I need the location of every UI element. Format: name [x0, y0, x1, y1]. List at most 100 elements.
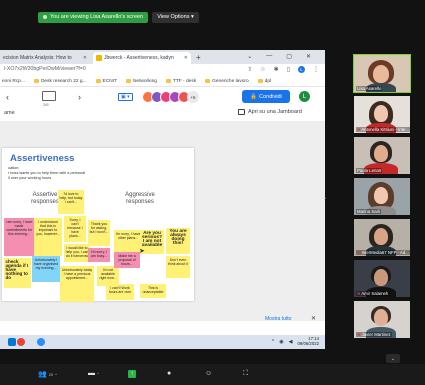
maximize-icon[interactable]: ▢	[286, 53, 292, 60]
share-button-label: Condividi	[259, 93, 282, 100]
next-frame-icon[interactable]: ›	[78, 92, 81, 102]
chevron-right-icon[interactable]: ›	[324, 196, 326, 202]
reading-list-icon[interactable]: ▯	[287, 66, 290, 73]
open-in-jamboard-link[interactable]: Apri su una Jamboard	[238, 109, 302, 115]
browser-tab-decision-matrix[interactable]: ecision Matrix Analysis: How to ✕	[0, 52, 90, 64]
record-icon: ●	[167, 370, 172, 377]
open-in-jamboard-label: Apri su una Jamboard	[248, 109, 302, 115]
url-text[interactable]: l-XO7x2W30bgPerDwM/viewer?f=0	[4, 66, 86, 72]
reactions-button[interactable]: ☺	[205, 370, 212, 377]
close-icon[interactable]: ✕	[184, 55, 188, 61]
participant-tile[interactable]: Paula Lenart	[354, 137, 410, 174]
sticky-note[interactable]: I am sorry, I have made commitments for …	[4, 218, 34, 256]
jamboard-canvas[interactable]: Assertiveness uation: r boss wants you t…	[0, 121, 325, 321]
sticky-note[interactable]: I would like to help you, I can do it to…	[64, 244, 90, 262]
board-subtitle: uation: r boss wants you to help them wi…	[8, 166, 86, 180]
mic-muted-icon: ✖	[357, 127, 361, 132]
participant-tile[interactable]: ✖ InterMedia67 NFP - Ad...	[354, 219, 410, 256]
zoom-icon[interactable]	[37, 338, 45, 346]
bookmark-item[interactable]: Desk research 22 g...	[33, 79, 87, 84]
windows-start-icon[interactable]	[8, 338, 16, 346]
sticky-note[interactable]: I understand that this is important to y…	[34, 218, 62, 256]
participant-tile[interactable]: ✖ Antonella Kittiiuni - Inte...	[354, 96, 410, 133]
participants-count: 20	[48, 371, 54, 377]
bookmark-item[interactable]: dpl	[257, 79, 271, 84]
board-title: Assertiveness	[10, 153, 75, 164]
new-tab-button[interactable]: +	[196, 53, 201, 62]
show-all-button[interactable]: Mostra tutto	[265, 316, 291, 322]
bookmark-item[interactable]: Generiche lavoro	[205, 79, 249, 84]
participant-name: Marina Sarli	[356, 209, 381, 214]
sticky-note[interactable]: This is unacceptable	[140, 284, 166, 298]
share-banner-text: You are viewing Lisa Asarello's screen	[50, 14, 144, 20]
folder-icon	[205, 79, 211, 83]
sticky-note[interactable]: I'm sorry, I have other plans...	[114, 230, 142, 252]
participant-tile[interactable]: ✖ Javier Martinez	[354, 301, 410, 338]
profile-avatar[interactable]: L	[298, 66, 305, 73]
bookmark-item[interactable]: TTF - desk	[165, 79, 196, 84]
minimize-icon[interactable]: —	[266, 53, 272, 60]
chevron-down-icon[interactable]: ⌄	[247, 53, 252, 60]
sticky-note[interactable]: Unfortunately today I have a previous ap…	[60, 266, 94, 302]
sticky-note[interactable]: I can't! Work hours are over	[106, 284, 134, 300]
sticky-note[interactable]: I'd love to help, but today I can't...	[58, 190, 84, 214]
participant-tile[interactable]: Marina Sarli	[354, 178, 410, 215]
extension-icon[interactable]: ✱	[274, 66, 279, 73]
close-icon[interactable]: ✕	[83, 55, 87, 61]
address-bar[interactable]: l-XO7x2W30bgPerDwM/viewer?f=0 ⇧ ☆ ✱ ▯ L …	[0, 64, 325, 76]
jamboard-frame[interactable]: Assertiveness uation: r boss wants you t…	[2, 148, 194, 302]
sticky-note[interactable]: I'm not available right now...	[97, 266, 119, 286]
participant-tile[interactable]: ✖ Amir Salameh	[354, 260, 410, 297]
volume-icon[interactable]: ◀	[289, 339, 293, 345]
chevron-up-icon[interactable]: ^	[272, 339, 274, 345]
sticky-note[interactable]: Sorry, I can't because I have plans...	[64, 216, 86, 242]
chrome-icon[interactable]	[17, 338, 25, 346]
frame-bar-button[interactable]	[42, 91, 56, 101]
share-page-icon[interactable]: ⇧	[247, 66, 252, 73]
previous-frame-icon[interactable]: ‹	[6, 92, 9, 102]
tab-label: Jbwerck - Assertiveness, kadyn	[104, 55, 174, 61]
apps-button[interactable]: ⛶	[243, 370, 248, 378]
sticky-note[interactable]: Thank you for asking, but I won't...	[88, 220, 110, 246]
chat-button[interactable]: ▬ ^	[88, 370, 99, 377]
sticky-note[interactable]: I'm sorry, I am busy...	[88, 248, 110, 262]
star-icon[interactable]: ☆	[260, 66, 265, 73]
folder-icon	[95, 79, 101, 83]
browser-tab-jamboard[interactable]: Jbwerck - Assertiveness, kadyn ✕	[93, 52, 191, 64]
sticky-note[interactable]: check agenda if I have nothing to do	[4, 258, 31, 288]
bookmark-item[interactable]: Networking	[125, 79, 157, 84]
gallery-next-page-button[interactable]: ⌄	[386, 354, 400, 363]
more-vert-icon[interactable]: ⋮	[313, 66, 319, 73]
taskbar-clock[interactable]: 17:14 09/06/2022	[297, 336, 319, 346]
sticky-note[interactable]: Don't even think about it	[166, 256, 190, 278]
wifi-icon[interactable]: ◉	[279, 339, 283, 345]
address-bar-icons: ⇧ ☆ ✱ ▯ L ⋮	[247, 66, 319, 73]
sticky-note[interactable]: Unfortunately I have organised my evenin…	[32, 256, 60, 282]
account-avatar[interactable]: L	[299, 91, 310, 102]
window-controls: ⌄ — ▢ ✕	[247, 53, 311, 60]
view-options-button[interactable]: View Options ▾	[152, 11, 199, 23]
participant-name: Lisa Asarello	[356, 86, 383, 91]
mouse-cursor-icon: ➤	[139, 248, 145, 255]
sticky-note[interactable]: You are always doing this!	[166, 228, 190, 254]
share-screen-button[interactable]: ↑	[128, 370, 136, 378]
close-window-icon[interactable]: ✕	[306, 53, 311, 60]
bookmark-item[interactable]: ECNIT	[95, 79, 117, 84]
record-button[interactable]: ●	[167, 370, 171, 377]
participants-button[interactable]: 👥 20 ^	[38, 370, 57, 378]
jam-menu-name[interactable]: ame	[4, 110, 15, 116]
sticky-note[interactable]: Make me a proposal of hours...	[114, 252, 140, 268]
folder-icon	[125, 79, 131, 83]
system-tray: ^ ◉ ◀ 17:14 09/06/2022	[272, 336, 319, 346]
jamboard-toolbar: ‹ 2/6 › ▣ ▾ +5 🔒 Condividi L ame Apri su	[0, 87, 325, 121]
participants-gallery: Lisa Asarello ✖ Antonella Kittiiuni - In…	[353, 54, 411, 345]
share-button[interactable]: 🔒 Condividi	[242, 90, 290, 103]
close-icon[interactable]: ✕	[311, 315, 316, 322]
collaborator-avatars[interactable]: +5	[142, 91, 199, 103]
present-button[interactable]: ▣ ▾	[118, 93, 133, 101]
shared-browser-window: ecision Matrix Analysis: How to ✕ Jbwerc…	[0, 50, 325, 335]
participant-tile[interactable]: Lisa Asarello	[353, 54, 411, 93]
bookmark-item[interactable]: eoni Rcp...	[2, 79, 25, 84]
share-banner: You are viewing Lisa Asarello's screen V…	[38, 11, 199, 23]
participant-name: ✖ Amir Salameh	[356, 291, 390, 296]
